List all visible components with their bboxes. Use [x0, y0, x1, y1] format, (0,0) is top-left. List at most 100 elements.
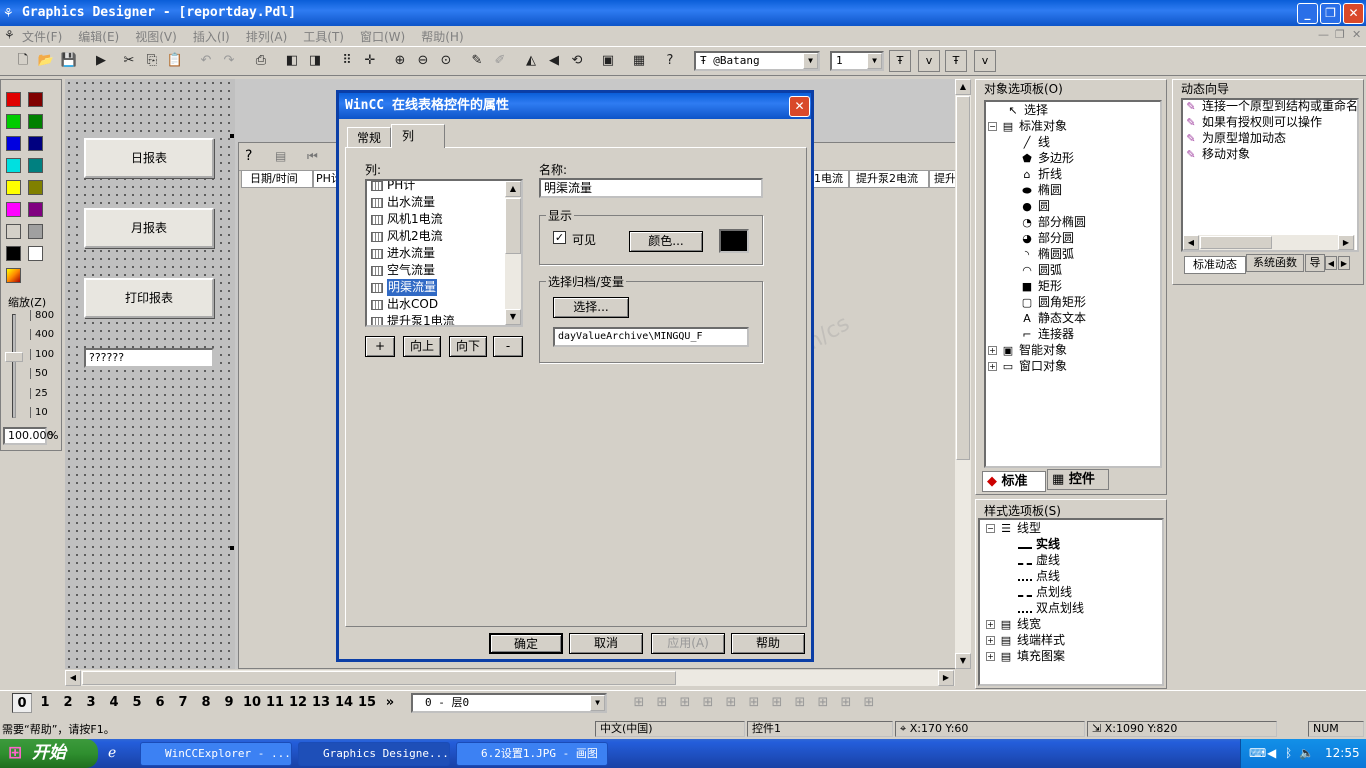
list-item[interactable]: ✎ 移动对象 [1184, 146, 1358, 162]
tab-columns[interactable]: 列 [391, 124, 445, 148]
tree-row[interactable]: ◝ 椭圆弧 [986, 246, 1158, 262]
name-field[interactable]: 明渠流量 [539, 178, 763, 198]
tree-row[interactable]: A 静态文本 [986, 310, 1158, 326]
layer-button[interactable]: 15 [357, 693, 377, 713]
wand-icon[interactable]: ✎ [466, 50, 488, 72]
zoom-slider-thumb[interactable] [5, 352, 23, 362]
menu-edit[interactable]: 编辑(E) [78, 28, 119, 45]
library-icon[interactable]: ▦ [628, 50, 650, 72]
group-icon[interactable]: ◧ [281, 50, 303, 72]
grid-icon[interactable]: ⠿ [336, 50, 358, 72]
snap-icon[interactable]: ✛ [359, 50, 381, 72]
tree-row[interactable]: ▢ 圆角矩形 [986, 294, 1158, 310]
tree-row[interactable]: + ▤ 填充图案 [984, 648, 1160, 664]
wizard-hscroll-thumb[interactable] [1200, 236, 1272, 249]
layer-button[interactable]: 8 [196, 693, 216, 713]
ie-quicklaunch-icon[interactable]: ℯ [108, 745, 116, 761]
color-swatch[interactable] [28, 202, 43, 217]
scroll-right-icon[interactable]: ▶ [938, 670, 954, 686]
size-combo[interactable]: 1 ▼ [830, 51, 884, 71]
help-icon[interactable]: ? [659, 50, 681, 72]
canvas-vscroll-thumb[interactable] [956, 96, 970, 460]
same-width-icon[interactable]: ⊞ [812, 692, 834, 714]
move-down-button[interactable]: 向下 [449, 336, 487, 357]
dialog-close-button[interactable]: ✕ [789, 96, 810, 117]
color-button[interactable]: 颜色... [629, 231, 703, 252]
layer-button[interactable]: 5 [127, 693, 147, 713]
zoom-level-label[interactable]: 50 [30, 368, 48, 380]
color-swatch[interactable] [6, 92, 21, 107]
color-swatch[interactable] [6, 136, 21, 151]
layer-combo[interactable]: 0 - 层0 ▼ [411, 693, 607, 713]
tab-standard-dynamic[interactable]: 标准动态 [1184, 256, 1246, 274]
zoom-level-label[interactable]: 100 [30, 348, 54, 360]
tab-scroll-left-icon[interactable]: ◀ [1325, 256, 1337, 270]
align-top-icon[interactable]: ⊞ [674, 692, 696, 714]
zoom-fit-icon[interactable]: ⊙ [435, 50, 457, 72]
tree-row[interactable]: − ☰ 线型 [984, 520, 1160, 536]
properties-icon[interactable]: ▣ [597, 50, 619, 72]
border-color-button[interactable]: Ŧ [945, 50, 967, 72]
start-button[interactable]: ⊞ 开始 [0, 739, 98, 768]
tree-row[interactable]: ⌐ 连接器 [986, 326, 1158, 342]
menu-window[interactable]: 窗口(W) [360, 28, 405, 45]
list-item[interactable]: PH计 [367, 181, 521, 194]
redo-icon[interactable]: ↷ [218, 50, 240, 72]
task-graphics-designer[interactable]: Graphics Designe... [298, 742, 450, 766]
add-column-button[interactable]: + [365, 336, 395, 357]
mdi-restore-button[interactable]: ❐ [1335, 28, 1345, 41]
brush-icon[interactable]: ✐ [489, 50, 511, 72]
archive-field[interactable]: dayValueArchive\MINGQU_F [553, 327, 749, 347]
mirror-h-icon[interactable]: ◭ [520, 50, 542, 72]
run-icon[interactable]: ▶ [90, 50, 112, 72]
tray-expand-icon[interactable]: ◀ [1267, 746, 1276, 760]
daily-report-button[interactable]: 日报表 [84, 138, 214, 178]
menu-insert[interactable]: 插入(I) [193, 28, 230, 45]
remove-column-button[interactable]: - [493, 336, 523, 357]
layer-button[interactable]: 11 [265, 693, 285, 713]
mdi-minimize-button[interactable]: — [1318, 28, 1329, 41]
layer-button[interactable]: 10 [242, 693, 262, 713]
zoom-level-label[interactable]: 400 [30, 329, 54, 341]
ok-button[interactable]: 确定 [489, 633, 563, 654]
tab-controls[interactable]: ▦ 控件 [1047, 469, 1109, 490]
close-button[interactable]: ✕ [1343, 3, 1364, 24]
monthly-report-button[interactable]: 月报表 [84, 208, 214, 248]
table-first-icon[interactable]: ⏮ [307, 149, 318, 164]
list-item[interactable]: 明渠流量 [367, 279, 521, 296]
scroll-down-icon[interactable]: ▼ [505, 309, 521, 325]
list-item[interactable]: ✎ 如果有授权则可以操作 [1184, 114, 1358, 130]
selection-handle[interactable] [230, 134, 234, 138]
scroll-up-icon[interactable]: ▲ [505, 181, 521, 197]
table-help-icon[interactable]: ? [245, 148, 252, 164]
mirror-v-icon[interactable]: ◀ [543, 50, 565, 72]
tree-row[interactable]: 双点划线 [984, 600, 1160, 616]
zoom-slider-track[interactable] [12, 314, 16, 418]
color-swatch[interactable] [6, 158, 21, 173]
color-swatch[interactable] [6, 202, 21, 217]
tree-row[interactable]: ↖ 选择 [986, 102, 1158, 118]
layer-button[interactable]: 7 [173, 693, 193, 713]
tree-row[interactable]: ◕ 部分圆 [986, 230, 1158, 246]
border-dropdown-button[interactable]: v [974, 50, 996, 72]
tree-row[interactable]: ● 圆 [986, 198, 1158, 214]
ungroup-icon[interactable]: ◨ [304, 50, 326, 72]
speaker-icon[interactable]: 🔈 [1299, 746, 1314, 760]
collapse-icon[interactable]: − [988, 122, 997, 131]
menu-help[interactable]: 帮助(H) [421, 28, 463, 45]
tab-scroll-right-icon[interactable]: ▶ [1338, 256, 1350, 270]
open-icon[interactable]: 📂 [35, 50, 57, 72]
select-archive-button[interactable]: 选择... [553, 297, 629, 318]
layer-button[interactable]: 6 [150, 693, 170, 713]
zoom-level-label[interactable]: 25 [30, 387, 48, 399]
expand-icon[interactable]: + [986, 636, 995, 645]
expand-icon[interactable]: + [986, 620, 995, 629]
tree-row[interactable]: ╱ 线 [986, 134, 1158, 150]
copy-icon[interactable]: ⎘ [141, 50, 163, 72]
apply-button[interactable]: 应用(A) [651, 633, 725, 654]
keyboard-icon[interactable]: ⌨ [1249, 746, 1266, 760]
list-item[interactable]: 风机1电流 [367, 211, 521, 228]
font-combo[interactable]: Ŧ @Batang ▼ [694, 51, 820, 71]
eyedropper-icon[interactable] [6, 268, 21, 283]
scroll-down-icon[interactable]: ▼ [955, 653, 971, 669]
